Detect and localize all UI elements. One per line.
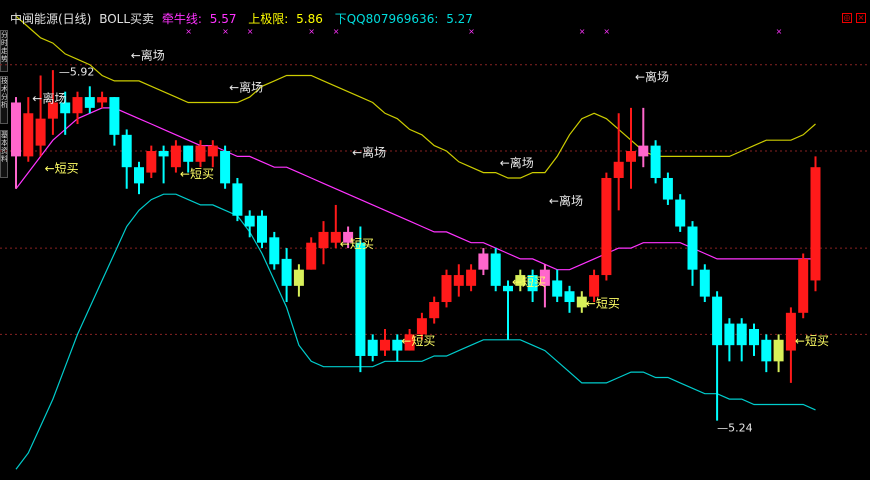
candle-body bbox=[798, 258, 809, 313]
candle-body bbox=[195, 145, 206, 162]
indicator-name[interactable]: BOLL买卖 bbox=[99, 12, 154, 26]
candle-body bbox=[318, 231, 329, 249]
candle-body bbox=[281, 258, 292, 286]
candle-body bbox=[453, 275, 464, 286]
buy-signal-label: ←短买 bbox=[512, 275, 546, 289]
midline-label-text: 牵牛线: bbox=[161, 12, 202, 26]
candle-body bbox=[97, 97, 108, 103]
candle-body bbox=[220, 151, 231, 184]
candle-body bbox=[810, 167, 821, 281]
candle-body bbox=[35, 118, 46, 146]
candle-body bbox=[244, 215, 255, 227]
candle-body bbox=[552, 280, 563, 297]
upper-label-text: 上极限: bbox=[248, 12, 289, 26]
candle-body bbox=[257, 215, 267, 243]
candle-body bbox=[773, 339, 784, 362]
top-signal-mark: × bbox=[603, 27, 610, 36]
candlestick-chart[interactable]: ←离场 ←离场 ←离场 ←离场 ←离场 ←离场 ←离场 ←短买 ←短买 ←短买 ←短买 ←短买 ←短买 ←… bbox=[0, 0, 870, 480]
candle-body bbox=[170, 145, 181, 168]
candle-body bbox=[367, 339, 378, 356]
candle-body bbox=[724, 323, 735, 346]
candle-body bbox=[23, 113, 34, 157]
candle-body bbox=[675, 199, 686, 227]
candle-body bbox=[269, 237, 280, 265]
exit-signal-label: ←离场 bbox=[500, 155, 534, 170]
candle-body bbox=[207, 145, 218, 157]
stock-title: 中闽能源(日线) bbox=[10, 12, 92, 26]
candle-body bbox=[650, 145, 661, 178]
exit-signal-label: ←离场 bbox=[32, 90, 66, 105]
top-signal-mark: × bbox=[468, 27, 475, 36]
candle-body bbox=[158, 151, 169, 157]
candle-body bbox=[749, 328, 759, 346]
high-price-marker: —5.92 bbox=[59, 66, 95, 79]
candle-body bbox=[232, 183, 243, 216]
candle-body bbox=[662, 177, 673, 200]
candle-body bbox=[687, 226, 698, 270]
candle-body bbox=[429, 302, 440, 319]
settings-icon[interactable]: ◎ bbox=[842, 13, 852, 23]
candle-body bbox=[490, 253, 501, 286]
buy-signal-label: ←短买 bbox=[340, 237, 374, 251]
low-price-marker: —5.24 bbox=[717, 421, 753, 434]
buy-signal-label: ←短买 bbox=[180, 167, 214, 181]
top-signal-mark: × bbox=[776, 27, 783, 36]
candle-body bbox=[84, 97, 95, 108]
candle-body bbox=[626, 151, 636, 162]
candle-body bbox=[601, 177, 612, 276]
buy-signal-label: ←短买 bbox=[586, 296, 620, 310]
candle-body bbox=[589, 275, 600, 297]
candle-body bbox=[134, 167, 144, 184]
upper-value: 5.86 bbox=[296, 12, 323, 26]
candle-body bbox=[564, 291, 575, 303]
exit-signal-label: ←离场 bbox=[229, 80, 263, 95]
candle-body bbox=[109, 97, 120, 135]
exit-signal-label: ←离场 bbox=[549, 193, 583, 208]
top-signal-mark: × bbox=[222, 27, 229, 36]
candle-body bbox=[183, 145, 194, 162]
midline-value: 5.57 bbox=[209, 12, 237, 26]
candle-body bbox=[761, 339, 772, 362]
close-icon[interactable]: × bbox=[856, 13, 866, 23]
candle-body bbox=[416, 318, 427, 335]
top-signal-mark: × bbox=[333, 27, 340, 36]
candle-body bbox=[466, 269, 477, 286]
candle-body bbox=[11, 102, 21, 157]
candle-body bbox=[441, 275, 452, 303]
candle-body bbox=[478, 253, 489, 270]
upper-band-line bbox=[15, 15, 816, 179]
lower-label: 下QQ807969636: 5.27 bbox=[335, 12, 477, 26]
top-signal-mark: × bbox=[185, 27, 192, 36]
candle-body bbox=[146, 151, 157, 173]
candle-body bbox=[638, 145, 649, 157]
candle-body bbox=[306, 242, 317, 270]
buy-signal-label: ←短买 bbox=[45, 162, 79, 176]
candle-body bbox=[72, 97, 83, 114]
midline-label: 牵牛线: 5.57 bbox=[162, 12, 241, 26]
candle-body bbox=[736, 323, 747, 346]
candle-body bbox=[293, 269, 304, 286]
buy-signal-label: ←短买 bbox=[795, 334, 829, 348]
corner-controls: ◎ × bbox=[838, 12, 866, 23]
top-signal-mark: × bbox=[308, 27, 315, 36]
top-signal-mark: × bbox=[579, 27, 586, 36]
indicator-header: 中闽能源(日线) BOLL买卖 牵牛线: 5.57 上极限: 5.86 下QQ8… bbox=[10, 10, 481, 26]
candle-body bbox=[699, 269, 710, 297]
lower-label-text: 下QQ807969636: bbox=[334, 12, 439, 26]
exit-signal-label: ←离场 bbox=[131, 47, 165, 62]
upper-label: 上极限: 5.86 bbox=[248, 12, 327, 26]
buy-signal-label: ←短买 bbox=[401, 334, 435, 348]
top-signal-mark: × bbox=[247, 27, 254, 36]
exit-signal-label: ←离场 bbox=[635, 69, 669, 84]
candle-body bbox=[712, 296, 723, 346]
candle-body bbox=[380, 339, 390, 351]
candle-body bbox=[121, 134, 132, 168]
candle-body bbox=[355, 242, 366, 356]
exit-signal-label: ←离场 bbox=[352, 144, 386, 159]
candle-body bbox=[613, 161, 624, 178]
lower-value: 5.27 bbox=[446, 12, 473, 26]
